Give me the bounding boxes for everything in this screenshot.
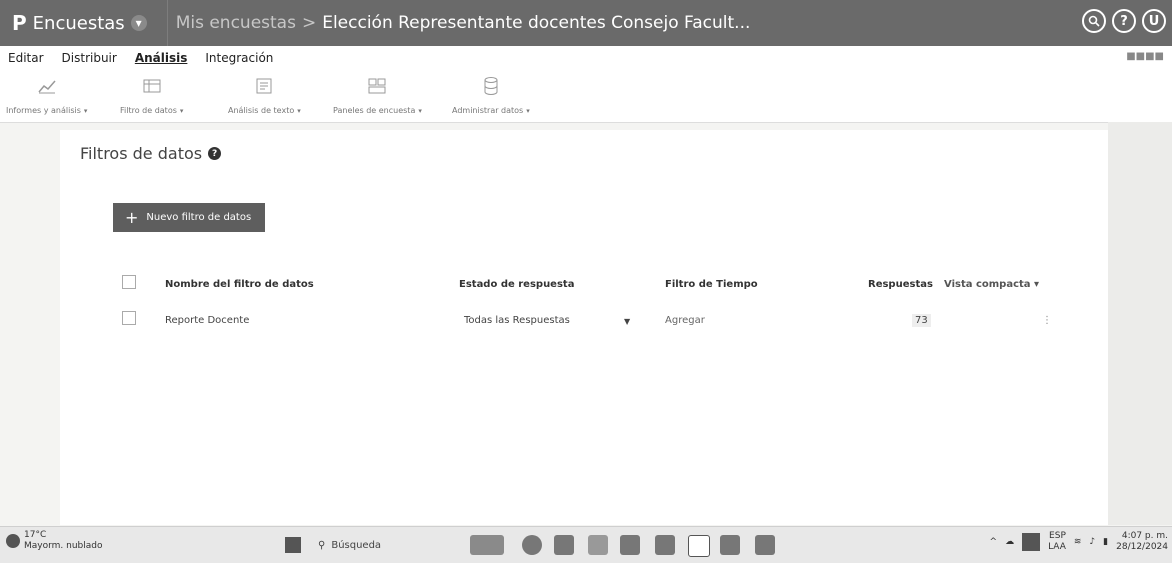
table-row[interactable]: Reporte Docente Todas las Respuestas ▼ A… <box>122 311 1052 333</box>
ribbon-toolbar: Informes y análisis ▾ Filtro de datos ▾ An… <box>0 70 1172 123</box>
search-icon[interactable] <box>1082 9 1106 33</box>
chevron-up-icon[interactable]: ^ <box>990 537 998 547</box>
date: 28/12/2024 <box>1116 542 1168 552</box>
chevron-down-icon: ▾ <box>1034 279 1040 290</box>
chevron-down-icon[interactable]: ▼ <box>624 317 630 326</box>
ribbon-label: Informes y análisis <box>6 106 81 115</box>
ribbon-filtro[interactable]: Filtro de datos ▾ <box>120 76 183 115</box>
chrome-icon[interactable] <box>522 535 542 555</box>
tab-integracion[interactable]: Integración <box>197 51 283 65</box>
select-all-checkbox[interactable] <box>122 275 136 289</box>
plus-icon: + <box>125 207 139 227</box>
tab-analisis[interactable]: Análisis <box>127 51 198 65</box>
edge-icon[interactable] <box>554 535 574 555</box>
main-panel: Filtros de datos ? + Nuevo filtro de dat… <box>60 130 1108 525</box>
breadcrumb-separator: > <box>301 13 317 33</box>
text-analysis-icon <box>253 76 275 96</box>
header-responses[interactable]: Respuestas <box>868 279 933 290</box>
app-name: Encuestas <box>32 12 125 34</box>
row-state[interactable]: Todas las Respuestas <box>464 315 570 326</box>
ribbon-label: Análisis de texto <box>228 106 295 115</box>
view-label: Vista compacta <box>944 279 1031 290</box>
dashboard-icon <box>366 76 388 96</box>
excel-alt-icon[interactable] <box>755 535 775 555</box>
chart-icon <box>36 76 58 96</box>
user-icon[interactable]: U <box>1142 9 1166 33</box>
widget-icon[interactable] <box>470 535 504 555</box>
more-options-icon[interactable]: ⋮ <box>1042 315 1052 326</box>
right-gutter <box>1108 122 1172 525</box>
question-icon[interactable]: ? <box>208 147 222 160</box>
database-icon <box>480 76 502 96</box>
clock[interactable]: 4:07 p. m. 28/12/2024 <box>1116 531 1168 553</box>
time: 4:07 p. m. <box>1121 531 1168 541</box>
row-time-add[interactable]: Agregar <box>665 315 705 326</box>
excel-icon[interactable] <box>655 535 675 555</box>
page-title: Filtros de datos <box>80 144 203 163</box>
ribbon-label: Paneles de encuesta <box>333 106 416 115</box>
main-tabs: Editar Distribuir Análisis Integración ■… <box>0 46 1172 70</box>
responses-badge: 73 <box>912 314 931 327</box>
ribbon-informes[interactable]: Informes y análisis ▾ <box>6 76 87 115</box>
language-indicator[interactable]: ESP LAA <box>1048 531 1066 553</box>
help-icon[interactable]: ? <box>1112 9 1136 33</box>
row-responses: 73 <box>912 314 931 327</box>
wifi-icon[interactable]: ≋ <box>1074 537 1082 547</box>
logo-icon: P <box>12 11 27 35</box>
filter-icon <box>141 76 163 96</box>
app-switcher[interactable]: P Encuestas ▾ <box>0 0 159 46</box>
cloud-icon[interactable]: ☁ <box>1005 537 1014 547</box>
files-icon[interactable] <box>588 535 608 555</box>
search-icon: ⚲ <box>318 539 326 551</box>
teams-icon[interactable] <box>720 535 740 555</box>
ribbon-texto[interactable]: Análisis de texto ▾ <box>228 76 301 115</box>
outlook-icon[interactable] <box>620 535 640 555</box>
taskbar: 17°C Mayorm. nublado ⚲ Búsqueda ^ ☁ ESP … <box>0 526 1172 563</box>
taskbar-search[interactable]: ⚲ Búsqueda <box>318 535 458 555</box>
battery-icon[interactable]: ▮ <box>1103 537 1108 547</box>
account-indicator[interactable]: ■■■■ <box>1126 51 1164 62</box>
ribbon-administrar[interactable]: Administrar datos ▾ <box>452 76 530 115</box>
region: LAA <box>1048 542 1066 552</box>
view-selector[interactable]: Vista compacta ▾ <box>944 279 1039 290</box>
windows-start-icon[interactable] <box>285 537 301 553</box>
temperature: 17°C <box>24 530 47 540</box>
header-time[interactable]: Filtro de Tiempo <box>665 279 758 290</box>
chevron-down-icon[interactable]: ▾ <box>130 15 147 31</box>
table-header: Nombre del filtro de datos Estado de res… <box>122 275 1052 297</box>
language: ESP <box>1049 531 1066 541</box>
tab-distribuir[interactable]: Distribuir <box>54 51 127 65</box>
system-tray: ^ ☁ ESP LAA ≋ ♪ ▮ 4:07 p. m. 28/12/2024 <box>990 531 1168 553</box>
new-filter-button[interactable]: + Nuevo filtro de datos <box>113 203 265 232</box>
microphone-icon[interactable] <box>1022 533 1041 551</box>
onenote-icon[interactable] <box>688 535 710 557</box>
ribbon-paneles[interactable]: Paneles de encuesta ▾ <box>333 76 422 115</box>
row-checkbox[interactable] <box>122 311 136 325</box>
volume-icon[interactable]: ♪ <box>1089 537 1095 547</box>
ribbon-label: Administrar datos <box>452 106 524 115</box>
divider <box>166 0 168 46</box>
weather-icon <box>6 534 20 548</box>
row-name[interactable]: Reporte Docente <box>165 315 249 326</box>
top-header: P Encuestas ▾ Mis encuestas > Elección R… <box>0 0 1172 46</box>
header-name[interactable]: Nombre del filtro de datos <box>165 279 314 290</box>
new-filter-label: Nuevo filtro de datos <box>146 212 252 223</box>
header-state[interactable]: Estado de respuesta <box>459 279 574 290</box>
breadcrumb-current: Elección Representante docentes Consejo … <box>322 13 751 33</box>
tab-editar[interactable]: Editar <box>0 51 54 65</box>
weather-status: Mayorm. nublado <box>24 541 103 551</box>
weather-widget[interactable]: 17°C Mayorm. nublado <box>6 530 103 552</box>
breadcrumb-parent[interactable]: Mis encuestas <box>176 13 296 33</box>
ribbon-label: Filtro de datos <box>120 106 177 115</box>
taskbar-search-placeholder: Búsqueda <box>331 539 382 551</box>
